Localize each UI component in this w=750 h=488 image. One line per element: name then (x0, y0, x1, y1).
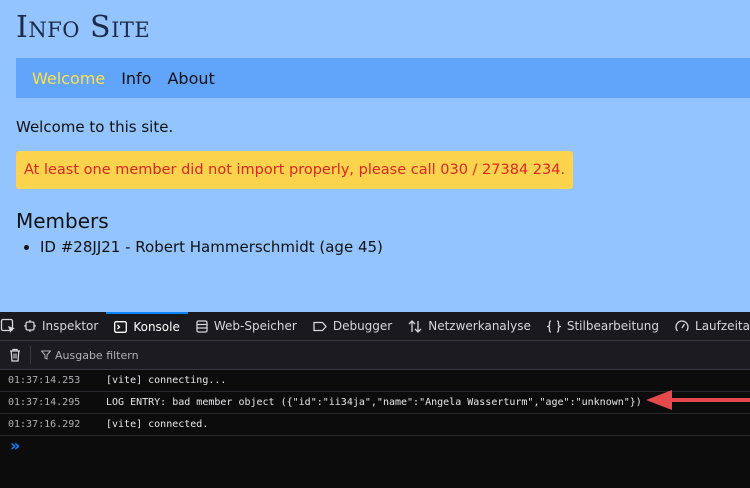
log-row: 01:37:14.295 LOG ENTRY: bad member objec… (0, 392, 750, 414)
inspector-icon (24, 320, 36, 332)
log-message: [vite] connected. (106, 419, 209, 430)
console-input-prompt[interactable]: » (10, 436, 20, 455)
log-message: LOG ENTRY: bad member object ({"id":"ii3… (106, 397, 642, 408)
log-row: 01:37:14.253 [vite] connecting... (0, 370, 750, 392)
tab-label: Web-Speicher (213, 319, 297, 333)
tab-label: Debugger (332, 319, 393, 333)
storage-icon (196, 319, 208, 333)
performance-icon (675, 319, 689, 331)
filter-icon (41, 350, 51, 360)
member-list: ID #28JJ21 - Robert Hammerschmidt (age 4… (0, 237, 383, 257)
console-toolbar: Ausgabe filtern (0, 341, 750, 370)
tab-console[interactable]: Konsole (106, 312, 188, 340)
tab-storage[interactable]: Web-Speicher (188, 312, 305, 340)
console-icon (114, 321, 128, 333)
red-arrow-annotation (646, 390, 750, 410)
log-timestamp: 01:37:16.292 (8, 419, 81, 430)
tab-network[interactable]: Netzwerkanalyse (400, 312, 539, 340)
tab-performance[interactable]: Laufzeitanalyse (667, 312, 750, 340)
tab-label: Stilbearbeitung (566, 319, 660, 333)
welcome-text: Welcome to this site. (16, 118, 174, 136)
members-heading: Members (16, 209, 109, 233)
log-message: [vite] connecting... (106, 375, 227, 386)
tab-label: Netzwerkanalyse (428, 319, 531, 333)
member-item: ID #28JJ21 - Robert Hammerschmidt (age 4… (40, 237, 383, 257)
debugger-icon (313, 321, 327, 331)
element-picker-icon[interactable] (0, 312, 16, 340)
nav-welcome[interactable]: Welcome (32, 69, 105, 88)
filter-placeholder: Ausgabe filtern (55, 348, 139, 362)
network-icon (408, 319, 422, 333)
import-warning-alert: At least one member did not import prope… (16, 151, 574, 189)
log-row: 01:37:16.292 [vite] connected. (0, 414, 750, 436)
nav-info[interactable]: Info (121, 69, 151, 88)
log-timestamp: 01:37:14.295 (8, 397, 81, 408)
style-editor-icon (546, 319, 561, 333)
trash-icon[interactable] (0, 348, 30, 362)
log-timestamp: 01:37:14.253 (8, 375, 81, 386)
console-output: 01:37:14.253 [vite] connecting... 01:37:… (0, 370, 750, 436)
tab-label: Inspektor (42, 319, 99, 333)
tab-label: Laufzeitanalyse (695, 319, 750, 333)
tab-inspector[interactable]: Inspektor (16, 312, 106, 340)
devtools-panel: Inspektor Konsole Web-Speicher Debugger … (0, 312, 750, 488)
main-nav: Welcome Info About (16, 58, 750, 98)
site-title: Info Site (16, 10, 151, 45)
devtools-tabbar: Inspektor Konsole Web-Speicher Debugger … (0, 312, 750, 341)
tab-label: Konsole (133, 320, 180, 334)
filter-output-input[interactable]: Ausgabe filtern (30, 346, 139, 364)
nav-about[interactable]: About (167, 69, 214, 88)
tab-style-editor[interactable]: Stilbearbeitung (539, 312, 667, 340)
web-page: Info Site Welcome Info About Welcome to … (0, 0, 750, 312)
tab-debugger[interactable]: Debugger (305, 312, 400, 340)
